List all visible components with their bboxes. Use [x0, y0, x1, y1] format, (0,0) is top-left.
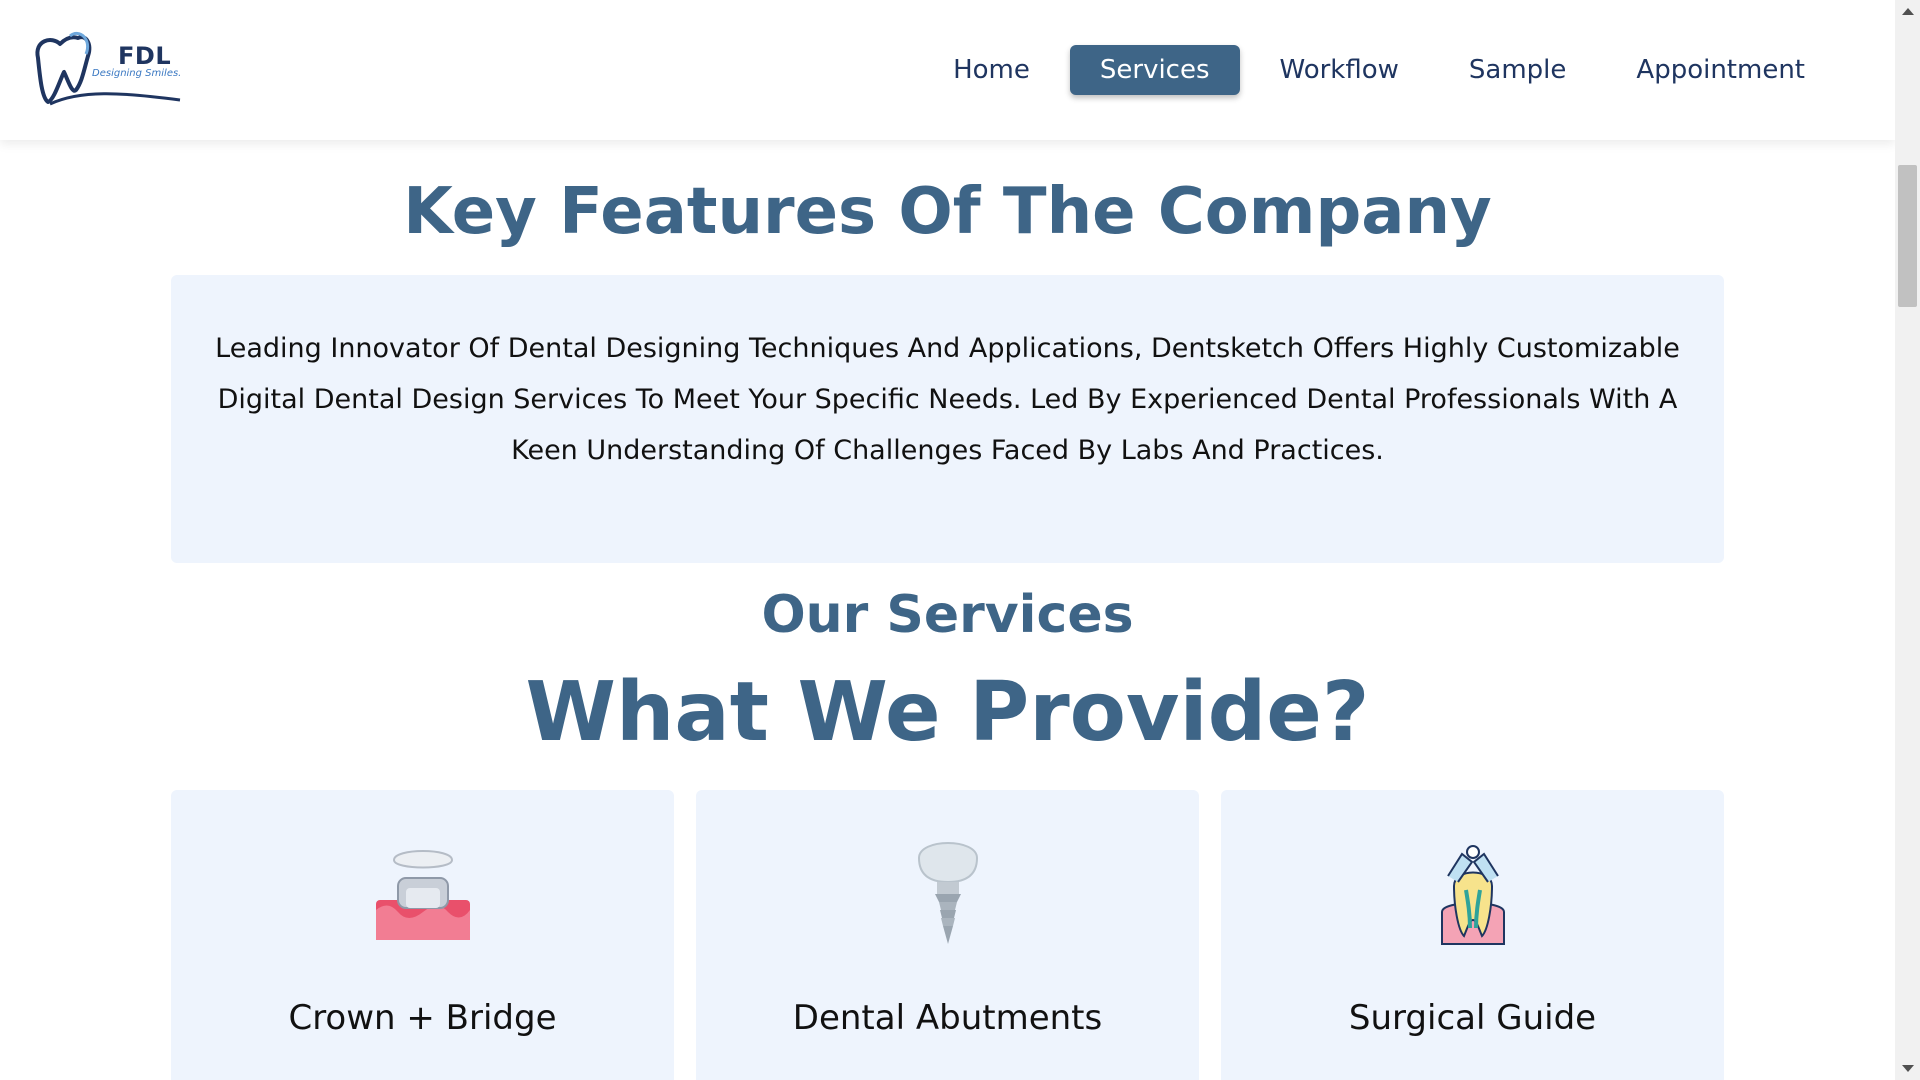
service-title-dental-abutments: Dental Abutments	[792, 998, 1103, 1038]
page-viewport: FDL Designing Smiles. Home Services Work…	[0, 0, 1895, 1080]
main-nav: Home Services Workflow Sample Appointmen…	[923, 45, 1835, 95]
features-title: Key Features Of The Company	[403, 175, 1492, 249]
nav-appointment[interactable]: Appointment	[1606, 45, 1835, 95]
services-subtitle: Our Services	[761, 585, 1134, 645]
site-header: FDL Designing Smiles. Home Services Work…	[0, 0, 1895, 140]
surgical-guide-icon	[1418, 840, 1528, 950]
site-logo[interactable]: FDL Designing Smiles.	[30, 30, 190, 110]
service-title-crown-bridge: Crown + Bridge	[288, 998, 557, 1038]
scroll-up-arrow-icon[interactable]	[1895, 0, 1920, 22]
vertical-scrollbar[interactable]	[1895, 0, 1920, 1080]
service-cards: Crown + Bridge Dental Abutments Surgical…	[171, 790, 1724, 1080]
service-title-surgical-guide: Surgical Guide	[1348, 998, 1597, 1038]
services-title: What We Provide?	[525, 665, 1370, 760]
service-card-dental-abutments[interactable]: Dental Abutments	[696, 790, 1199, 1080]
logo-name: FDL	[118, 42, 172, 70]
nav-workflow[interactable]: Workflow	[1250, 45, 1429, 95]
features-description: Leading Innovator Of Dental Designing Te…	[215, 333, 1680, 466]
service-card-crown-bridge[interactable]: Crown + Bridge	[171, 790, 674, 1080]
service-card-surgical-guide[interactable]: Surgical Guide	[1221, 790, 1724, 1080]
nav-sample[interactable]: Sample	[1439, 45, 1597, 95]
nav-services[interactable]: Services	[1069, 45, 1240, 95]
nav-home[interactable]: Home	[923, 45, 1060, 95]
features-box: Leading Innovator Of Dental Designing Te…	[171, 275, 1724, 563]
scroll-down-arrow-icon[interactable]	[1895, 1058, 1920, 1080]
scroll-thumb[interactable]	[1898, 165, 1917, 307]
dental-implant-icon	[893, 840, 1003, 950]
logo-tagline: Designing Smiles.	[92, 68, 182, 79]
crown-bridge-icon	[368, 840, 478, 950]
